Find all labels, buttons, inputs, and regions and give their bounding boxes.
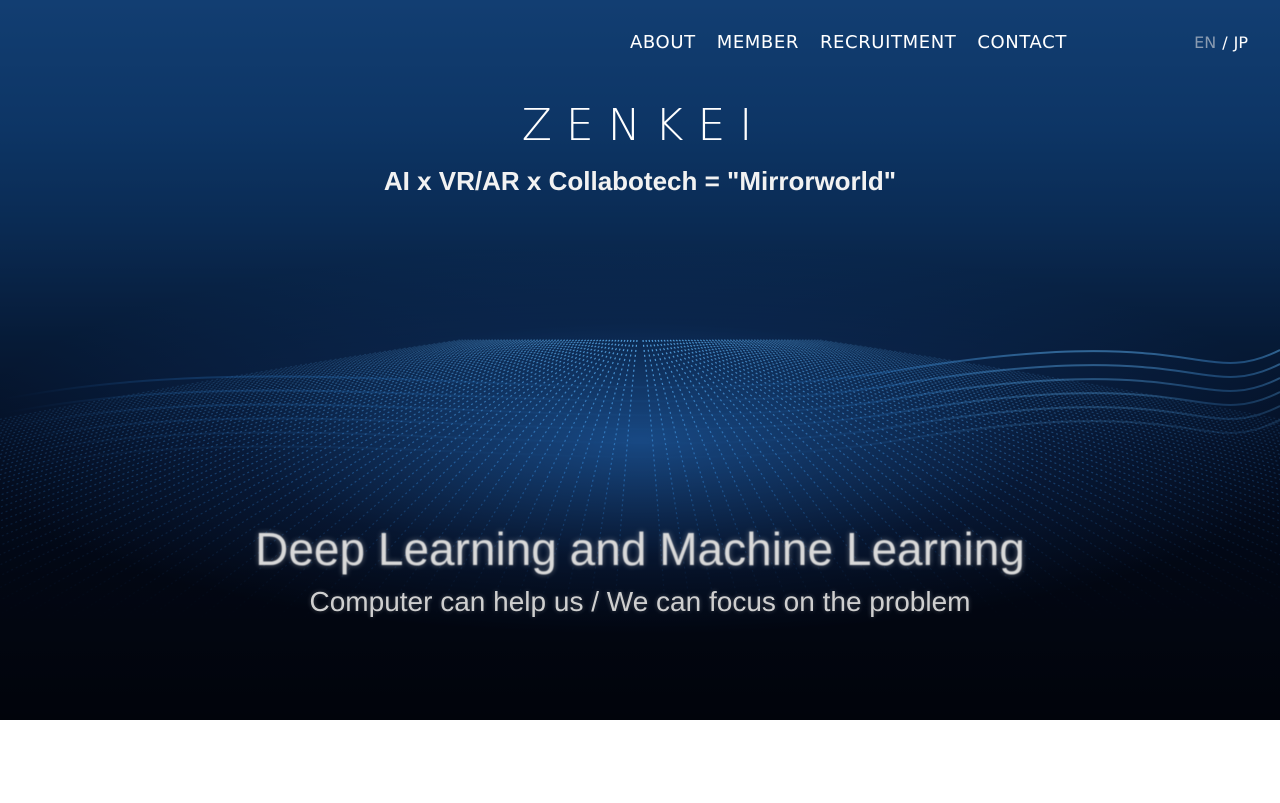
hero-tagline: AI x VR/AR x Collabotech = "Mirrorworld"	[383, 166, 897, 196]
nav-about-link[interactable]: ABOUT	[630, 31, 696, 55]
nav-recruitment-link[interactable]: RECRUITMENT	[820, 31, 956, 55]
hero-video[interactable]: ABOUT MEMBER RECRUITMENT CONTACT EN / JP…	[0, 0, 1280, 720]
nav-member-link[interactable]: MEMBER	[717, 31, 799, 55]
video-caption-title: Deep Learning and Machine Learning	[255, 523, 1025, 575]
lang-en-link[interactable]: EN	[1194, 31, 1216, 55]
language-switcher: EN / JP	[1194, 31, 1248, 55]
nav-contact-link[interactable]: CONTACT	[977, 31, 1067, 55]
page-content-below-hero	[0, 720, 1280, 803]
main-nav: ABOUT MEMBER RECRUITMENT CONTACT	[630, 31, 1067, 55]
lang-jp-link[interactable]: JP	[1234, 31, 1248, 55]
video-caption-subtitle: Computer can help us / We can focus on t…	[309, 586, 971, 617]
zenkei-logo: ZENKEI	[521, 100, 767, 151]
lang-separator: /	[1222, 33, 1228, 52]
